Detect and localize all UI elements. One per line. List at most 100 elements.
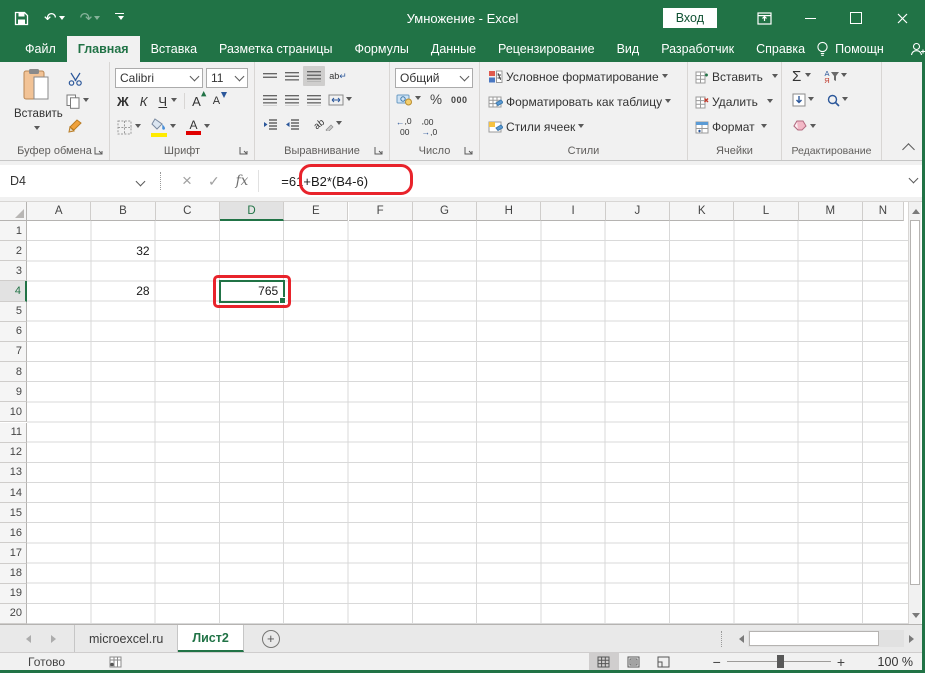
row-header-5[interactable]: 5 [0,302,27,322]
enter-formula-icon[interactable]: ✓ [208,173,220,190]
fill-button[interactable] [792,93,814,107]
row-header-6[interactable]: 6 [0,322,27,342]
alignment-dialog-launcher[interactable] [374,146,384,156]
sheet-tab-лист2[interactable]: Лист2 [178,625,243,652]
row-header-3[interactable]: 3 [0,261,27,281]
select-all-button[interactable] [0,202,27,221]
increase-indent-button[interactable] [281,114,303,134]
clipboard-dialog-launcher[interactable] [94,146,104,156]
row-header-16[interactable]: 16 [0,523,27,543]
font-dialog-launcher[interactable] [239,146,249,156]
decrease-decimal-button[interactable]: ,00→,0 [422,116,438,137]
column-header-E[interactable]: E [284,202,348,221]
cell-B2[interactable]: 32 [91,241,149,261]
prev-sheet-icon[interactable] [22,635,31,643]
column-header-K[interactable]: K [670,202,734,221]
column-header-B[interactable]: B [91,202,155,221]
cell-styles-button[interactable]: Стили ячеек [488,120,584,134]
tab-разработчик[interactable]: Разработчик [650,36,745,62]
tab-рецензирование[interactable]: Рецензирование [487,36,606,62]
sign-in-button[interactable]: Вход [663,8,717,28]
cell-styles-dropdown-icon[interactable] [578,124,584,131]
tab-file[interactable]: Файл [14,36,67,62]
horizontal-scroll-track[interactable] [748,630,904,647]
column-header-J[interactable]: J [606,202,670,221]
bold-button[interactable]: Ж [117,94,129,109]
font-color-dropdown-icon[interactable] [204,124,210,131]
redo-button[interactable]: ↷ [80,11,101,26]
row-header-17[interactable]: 17 [0,543,27,563]
cell-B4[interactable]: 28 [91,281,149,301]
undo-button[interactable]: ↶ [44,11,65,26]
find-dropdown-icon[interactable] [842,97,848,104]
tab-главная[interactable]: Главная [67,36,140,62]
copy-button[interactable] [66,94,89,109]
customize-quick-access-button[interactable] [115,13,124,23]
insert-dropdown-icon[interactable] [772,74,778,81]
row-header-7[interactable]: 7 [0,342,27,362]
fill-dropdown-icon[interactable] [808,97,814,104]
wrap-text-button[interactable]: ab↵ [325,66,351,86]
formula-bar-splitter[interactable] [160,172,164,190]
column-header-L[interactable]: L [734,202,798,221]
decrease-indent-button[interactable] [259,114,281,134]
scroll-down-button[interactable] [909,607,922,624]
borders-dropdown-icon[interactable] [135,124,141,131]
zoom-slider-thumb[interactable] [777,655,784,668]
sort-filter-button[interactable]: АЯ [824,70,846,84]
grow-font-button[interactable]: А [192,94,201,109]
format-dropdown-icon[interactable] [761,124,767,131]
italic-button[interactable]: К [140,94,148,109]
align-bottom-button[interactable] [303,66,325,86]
borders-button[interactable] [117,120,141,135]
tab-данные[interactable]: Данные [420,36,487,62]
paste-dropdown-icon[interactable] [34,126,40,133]
zoom-in-button[interactable]: + [831,654,851,670]
sort-filter-dropdown-icon[interactable] [841,73,847,80]
column-header-F[interactable]: F [349,202,413,221]
cancel-formula-icon[interactable]: × [182,174,192,188]
new-sheet-button[interactable]: + [244,625,298,652]
row-header-19[interactable]: 19 [0,584,27,604]
fill-color-button[interactable] [151,117,176,137]
maximize-button[interactable] [833,0,879,36]
comma-style-button[interactable]: 000 [451,95,468,105]
delete-cells-button[interactable]: Удалить [695,95,773,109]
collapse-ribbon-icon[interactable] [902,143,915,156]
font-size-select[interactable]: 11 [206,68,248,88]
row-header-8[interactable]: 8 [0,362,27,382]
insert-cells-button[interactable]: Вставить [695,70,778,84]
row-header-13[interactable]: 13 [0,463,27,483]
clear-dropdown-icon[interactable] [810,124,816,131]
row-header-18[interactable]: 18 [0,564,27,584]
increase-decimal-button[interactable]: ←,000 [396,116,412,137]
cells-area[interactable]: 3228765 [27,221,908,624]
row-header-20[interactable]: 20 [0,604,27,624]
column-header-G[interactable]: G [413,202,477,221]
normal-view-button[interactable] [589,653,619,670]
font-family-select[interactable]: Calibri [115,68,203,88]
tabbar-splitter[interactable] [721,631,725,647]
orientation-dropdown-icon[interactable] [336,121,342,128]
formula-input[interactable]: =61+B2*(B4-6) [259,174,368,189]
font-color-button[interactable]: А [186,120,210,135]
column-header-D[interactable]: D [220,202,284,221]
page-break-preview-button[interactable] [649,653,679,670]
zoom-out-button[interactable]: − [707,654,727,670]
row-header-1[interactable]: 1 [0,221,27,241]
column-header-A[interactable]: A [27,202,91,221]
number-format-select[interactable]: Общий [395,68,473,88]
autosum-button[interactable]: Σ [792,68,801,85]
align-right-button[interactable] [303,90,325,110]
row-header-15[interactable]: 15 [0,503,27,523]
format-as-table-dropdown-icon[interactable] [665,99,671,106]
zoom-percentage[interactable]: 100 % [851,655,925,669]
minimize-button[interactable] [787,0,833,36]
cut-button[interactable] [68,72,83,91]
merge-dropdown-icon[interactable] [346,97,352,104]
insert-function-button[interactable]: fx [236,173,249,189]
horizontal-scroll-thumb[interactable] [749,631,879,646]
save-icon[interactable] [14,11,29,26]
row-header-4[interactable]: 4 [0,281,27,301]
horizontal-scrollbar[interactable] [733,630,919,647]
